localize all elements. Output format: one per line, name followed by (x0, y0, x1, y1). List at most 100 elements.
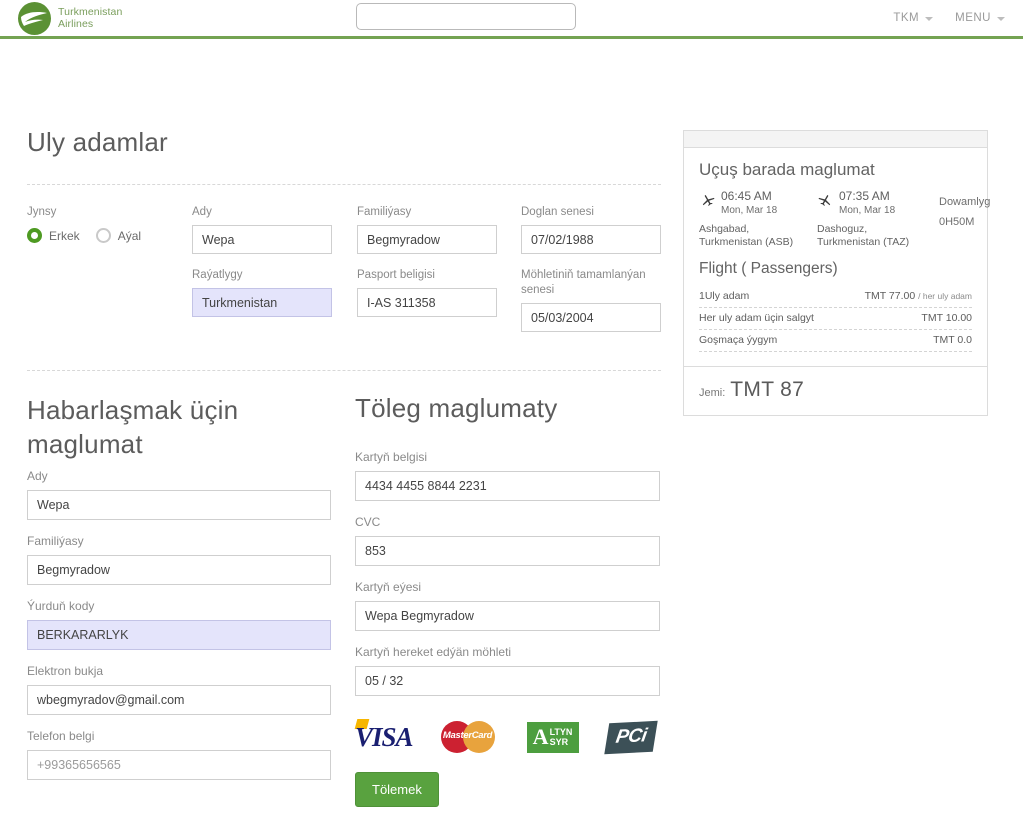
adults-fields-grid: Jynsy Erkek Aýal Ady Familiýasy (27, 205, 661, 370)
fare-breakdown-title: Flight ( Passengers) (699, 260, 972, 278)
arrival-date: Mon, Mar 18 (839, 204, 895, 217)
adult-nationality-input[interactable] (192, 288, 332, 317)
language-label: TKM (893, 12, 919, 24)
card-expiry-input[interactable] (355, 666, 660, 696)
total-row: Jemi: TMT 87 (684, 366, 987, 415)
arrival-leg: 07:35 AM Mon, Mar 18 Dashoguz, Turkmenis… (817, 190, 942, 249)
adult-nationality-label: Raýatlygy (192, 268, 332, 283)
contact-first-name-label: Ady (27, 469, 331, 484)
adult-passport-expiry-label: Möhletiniň tamamlanýan senesi (521, 268, 661, 298)
chevron-down-icon (925, 17, 933, 21)
contact-section-title: Habarlaşmak üçin maglumat (27, 393, 331, 461)
gender-field: Jynsy Erkek Aýal (27, 205, 177, 243)
total-label: Jemi: (699, 387, 725, 399)
adult-first-name-input[interactable] (192, 225, 332, 254)
fare-row-label: Goşmaça ýygym (699, 334, 777, 346)
adult-passport-expiry-field: Möhletiniň tamamlanýan senesi (521, 268, 661, 332)
contact-last-name-label: Familiýasy (27, 534, 331, 549)
contact-country-code-input[interactable] (27, 620, 331, 650)
pay-button[interactable]: Tölemek (355, 772, 439, 807)
contact-email-field: Elektron bukja (27, 664, 331, 715)
brand-line-1: Turkmenistan (58, 6, 122, 18)
departure-city: Ashgabad, (699, 223, 824, 236)
adults-section-title: Uly adamlar (27, 127, 661, 158)
adult-passport-label: Pasport beligisi (357, 268, 497, 283)
card-holder-field: Kartyň eýesi (355, 580, 660, 631)
flight-duration: Dowamlyg 0H50M (939, 192, 1017, 232)
fare-row: Goşmaça ýygym TMT 0.0 (699, 330, 972, 352)
arrival-airport: Turkmenistan (TAZ) (817, 236, 942, 249)
mastercard-logo-text: MasterCard (441, 730, 495, 741)
section-divider-2 (27, 370, 661, 371)
adult-passport-field: Pasport beligisi (357, 268, 497, 317)
language-selector[interactable]: TKM (893, 12, 933, 24)
header-search-input[interactable] (356, 3, 576, 30)
contact-phone-input[interactable] (27, 750, 331, 780)
contact-last-name-input[interactable] (27, 555, 331, 585)
cvc-label: CVC (355, 515, 660, 530)
chevron-down-icon (997, 17, 1005, 21)
contact-last-name-field: Familiýasy (27, 534, 331, 585)
card-holder-label: Kartyň eýesi (355, 580, 660, 595)
plane-departure-icon (699, 191, 716, 208)
gender-label: Jynsy (27, 205, 177, 220)
adult-dob-input[interactable] (521, 225, 661, 254)
fare-row-unit: / her uly adam (918, 291, 972, 301)
flight-info-body: Uçuş barada maglumat 06:45 AM Mon, Mar 1… (684, 148, 987, 366)
payment-section-title: Töleg maglumaty (355, 393, 660, 424)
altyn-asyr-words: LTYN SYR (550, 727, 573, 747)
altyn-asyr-line-2: SYR (550, 737, 573, 747)
fare-row-label: Her uly adam üçin salgyt (699, 312, 814, 324)
gender-option-male-label: Erkek (49, 229, 80, 243)
flight-legs: 06:45 AM Mon, Mar 18 Ashgabad, Turkmenis… (699, 190, 972, 252)
contact-phone-label: Telefon belgi (27, 729, 331, 744)
altyn-asyr-logo-icon: A LTYN SYR (527, 722, 579, 753)
radio-unselected-icon (96, 228, 111, 243)
cvc-field: CVC (355, 515, 660, 566)
flight-duration-value: 0H50M (939, 212, 1017, 232)
contact-country-code-label: Ýurduň kody (27, 599, 331, 614)
flight-summary-column: Uçuş barada maglumat 06:45 AM Mon, Mar 1… (683, 130, 988, 416)
gender-option-male[interactable]: Erkek (27, 228, 80, 243)
fare-row-amount: TMT 10.00 (921, 312, 972, 324)
adult-first-name-label: Ady (192, 205, 332, 220)
contact-email-label: Elektron bukja (27, 664, 331, 679)
menu-button[interactable]: MENU (955, 12, 1005, 24)
card-number-label: Kartyň belgisi (355, 450, 660, 465)
adult-last-name-field: Familiýasy (357, 205, 497, 254)
section-divider (27, 184, 661, 185)
departure-leg: 06:45 AM Mon, Mar 18 Ashgabad, Turkmenis… (699, 190, 824, 249)
gender-option-female[interactable]: Aýal (96, 228, 141, 243)
fare-row-amount: TMT 77.00 (865, 290, 916, 302)
plane-arrival-icon (817, 191, 834, 208)
lower-sections: Habarlaşmak üçin maglumat Ady Familiýasy… (27, 393, 661, 823)
contact-first-name-input[interactable] (27, 490, 331, 520)
brand-text: Turkmenistan Airlines (58, 6, 122, 30)
card-number-field: Kartyň belgisi (355, 450, 660, 501)
site-header: Turkmenistan Airlines TKM MENU (0, 0, 1023, 39)
card-expiry-label: Kartyň hereket edýän möhleti (355, 645, 660, 660)
fare-row-amount: TMT 0.0 (933, 334, 972, 346)
contact-phone-field: Telefon belgi (27, 729, 331, 780)
contact-email-input[interactable] (27, 685, 331, 715)
adult-passport-expiry-input[interactable] (521, 303, 661, 332)
adult-last-name-input[interactable] (357, 225, 497, 254)
flight-info-title: Uçuş barada maglumat (699, 160, 972, 180)
visa-logo-icon: VISA (355, 722, 413, 753)
adult-passport-input[interactable] (357, 288, 497, 317)
adult-first-name-field: Ady (192, 205, 332, 254)
brand-line-2: Airlines (58, 18, 122, 30)
card-holder-input[interactable] (355, 601, 660, 631)
adult-last-name-label: Familiýasy (357, 205, 497, 220)
adult-nationality-field: Raýatlygy (192, 268, 332, 317)
gender-option-female-label: Aýal (118, 229, 141, 243)
bird-swoosh-icon (21, 11, 48, 26)
main-form-column: Uly adamlar Jynsy Erkek Aýal Ady (27, 127, 661, 823)
card-number-input[interactable] (355, 471, 660, 501)
adult-dob-label: Doglan senesi (521, 205, 661, 220)
contact-country-code-field: Ýurduň kody (27, 599, 331, 650)
header-nav: TKM MENU (893, 0, 1005, 36)
brand-logo[interactable]: Turkmenistan Airlines (18, 2, 122, 35)
departure-date: Mon, Mar 18 (721, 204, 777, 217)
cvc-input[interactable] (355, 536, 660, 566)
